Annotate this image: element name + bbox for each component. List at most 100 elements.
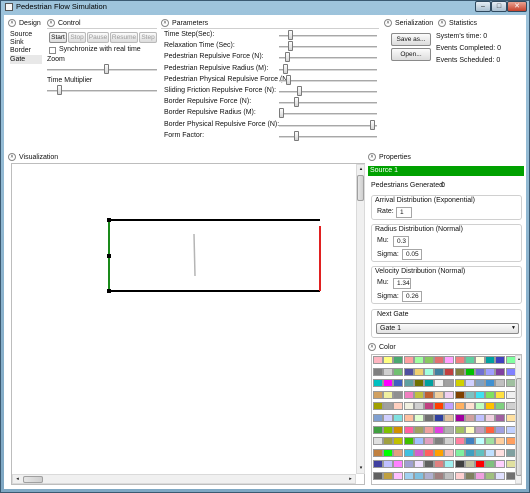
title-bar[interactable]: Pedestrian Flow Simulation – □ ✕ [0,0,530,14]
parameter-slider[interactable] [279,63,377,75]
color-swatch[interactable] [485,448,496,457]
color-swatch[interactable] [383,367,394,376]
color-swatch[interactable] [393,390,404,399]
color-swatch[interactable] [454,414,465,422]
color-swatch[interactable] [413,390,424,399]
color-swatch[interactable] [413,402,424,411]
parameter-slider[interactable] [279,52,377,63]
color-swatch[interactable] [454,448,465,457]
parameter-slider[interactable] [279,97,377,108]
color-swatch[interactable] [495,448,506,457]
scroll-up-arrow-icon[interactable]: ▴ [358,166,364,173]
color-swatch[interactable] [403,367,414,376]
open-button[interactable]: Open... [391,48,431,61]
color-swatch[interactable] [413,367,424,376]
color-swatch[interactable] [373,379,383,388]
color-swatch[interactable] [403,390,414,399]
color-swatch[interactable] [485,356,496,364]
radius-sigma-input[interactable]: 0.05 [402,249,422,260]
color-swatch[interactable] [383,437,394,446]
color-swatch[interactable] [485,460,496,469]
resume-button[interactable]: Resume [110,32,138,43]
color-swatch[interactable] [475,414,485,422]
vertex-handle[interactable] [107,289,111,293]
color-swatch[interactable] [434,414,445,422]
color-swatch[interactable] [373,402,383,411]
color-swatch[interactable] [434,425,445,434]
rate-input[interactable]: 1 [396,207,412,218]
color-swatch[interactable] [495,425,506,434]
slider-thumb[interactable] [286,74,292,85]
color-swatch[interactable] [495,367,506,376]
color-swatch[interactable] [383,390,394,399]
color-swatch[interactable] [444,402,455,411]
color-swatch[interactable] [393,425,404,434]
slider-thumb[interactable] [57,85,63,95]
color-swatch[interactable] [383,356,394,364]
parameter-slider[interactable] [279,74,377,86]
design-header[interactable]: ˄ Design [8,19,41,27]
collapse-chevron-icon[interactable]: ˄ [368,153,376,161]
properties-header[interactable]: ˄ Properties [368,153,411,161]
color-swatch[interactable] [393,367,404,376]
color-swatch[interactable] [434,437,445,446]
color-swatch[interactable] [403,402,414,411]
color-swatch[interactable] [444,367,455,376]
collapse-chevron-icon[interactable]: ˄ [438,19,446,27]
color-swatch[interactable] [444,448,455,457]
stop-button[interactable]: Stop [68,32,86,43]
color-swatch[interactable] [403,356,414,364]
slider-thumb[interactable] [282,63,288,74]
scroll-up-arrow-icon[interactable]: ▴ [516,356,521,362]
color-swatch[interactable] [475,390,485,399]
close-button[interactable]: ✕ [507,1,527,12]
color-swatch[interactable] [495,460,506,469]
color-swatch[interactable] [464,460,475,469]
color-swatch[interactable] [393,356,404,364]
collapse-chevron-icon[interactable]: ˄ [8,19,16,27]
color-swatch[interactable] [495,472,506,480]
color-swatch[interactable] [413,472,424,480]
color-swatch[interactable] [454,379,465,388]
color-swatch[interactable] [434,472,445,480]
visualization-header[interactable]: ˄ Visualization [8,153,58,161]
color-swatch[interactable] [454,367,465,376]
color-swatch[interactable] [475,472,485,480]
color-swatch[interactable] [434,402,445,411]
zoom-slider[interactable] [47,64,157,76]
color-swatch[interactable] [485,379,496,388]
collapse-chevron-icon[interactable]: ˄ [384,19,392,27]
color-swatch[interactable] [495,402,506,411]
vertex-handle[interactable] [107,254,111,258]
parameter-slider[interactable] [279,30,377,41]
design-item-gate[interactable]: Gate [10,55,42,64]
design-list[interactable]: Source Sink Border Gate [10,31,42,64]
start-button[interactable]: Start [49,32,67,43]
control-header[interactable]: ˄ Control [47,19,81,27]
color-swatch[interactable] [454,402,465,411]
color-swatch[interactable] [485,425,496,434]
color-swatch[interactable] [373,356,383,364]
color-swatch[interactable] [495,356,506,364]
color-header[interactable]: ˄ Color [368,343,396,351]
palette-scrollbar[interactable]: ▴ [515,355,521,484]
color-swatch[interactable] [444,425,455,434]
vertex-handle[interactable] [107,218,111,222]
color-swatch[interactable] [373,414,383,422]
collapse-chevron-icon[interactable]: ˄ [161,19,169,27]
color-swatch[interactable] [454,472,465,480]
color-swatch[interactable] [413,460,424,469]
color-swatch[interactable] [393,379,404,388]
color-swatch[interactable] [424,425,434,434]
scroll-down-arrow-icon[interactable]: ▾ [358,465,364,472]
color-swatch[interactable] [403,448,414,457]
color-swatch[interactable] [403,379,414,388]
minimize-button[interactable]: – [475,1,491,12]
color-swatch[interactable] [464,425,475,434]
design-item-border[interactable]: Border [10,47,42,55]
visualization-canvas[interactable]: ▴ ▾ ◂ ▸ [11,163,365,485]
serialization-header[interactable]: ˄ Serialization [384,19,433,27]
color-swatch[interactable] [373,437,383,446]
color-swatch[interactable] [464,356,475,364]
color-swatch[interactable] [454,437,465,446]
